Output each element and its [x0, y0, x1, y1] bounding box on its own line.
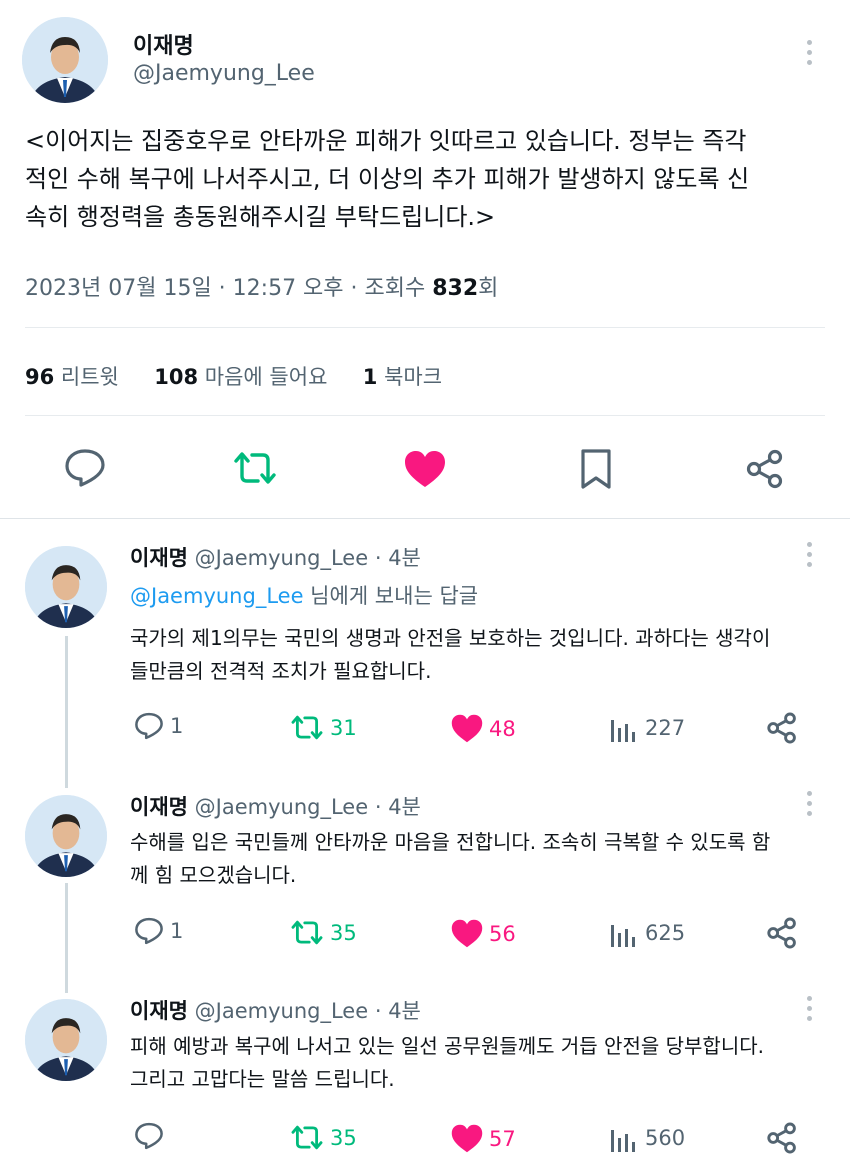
- share-button[interactable]: [766, 917, 798, 953]
- more-icon[interactable]: [805, 40, 813, 65]
- like-icon: [451, 919, 483, 948]
- retweet-icon: [291, 715, 323, 740]
- display-name[interactable]: 이재명: [130, 999, 188, 1023]
- tweet-text-line: 속히 행정력을 총동원해주시길 부탁드립니다.>: [25, 203, 496, 231]
- views-icon: [611, 1130, 635, 1152]
- share-button[interactable]: [766, 1122, 798, 1158]
- reply-text: 국가의 제1의무는 국민의 생명과 안전을 보호하는 것입니다. 과하다는 생각…: [130, 626, 771, 683]
- likes-stat[interactable]: 108 마음에 들어요: [154, 365, 327, 389]
- display-name[interactable]: 이재명: [130, 795, 188, 819]
- tweet-text-line: <이어지는 집중호우로 안타까운 피해가 잇따르고 있습니다. 정부는 즉각: [25, 127, 747, 155]
- share-icon: [767, 712, 796, 744]
- reply-text: 수해를 입은 국민들께 안타까운 마음을 전합니다. 조속히 극복할 수 있도록…: [130, 830, 771, 887]
- like-button[interactable]: 57: [451, 1124, 516, 1153]
- reply-time[interactable]: · 4분: [375, 546, 421, 570]
- more-icon[interactable]: [805, 996, 813, 1021]
- handle[interactable]: @Jaemyung_Lee: [195, 795, 369, 819]
- reply-button[interactable]: [134, 1122, 170, 1150]
- divider: [25, 327, 825, 328]
- divider: [25, 415, 825, 416]
- reply-text: 피해 예방과 복구에 나서고 있는 일선 공무원들께도 거듭 안전을 당부합니다…: [130, 1034, 764, 1091]
- section-divider: [0, 518, 850, 519]
- like-button[interactable]: [404, 450, 446, 492]
- thread-line: [65, 883, 68, 993]
- tweet-timestamp: 2023년 07월 15일 · 12:57 오후 · 조회수 832회: [25, 270, 498, 302]
- reply-icon: [135, 712, 163, 740]
- display-name[interactable]: 이재명: [133, 28, 194, 60]
- share-icon: [767, 1122, 796, 1154]
- reply-time[interactable]: · 4분: [375, 999, 421, 1023]
- replying-to-handle[interactable]: @Jaemyung_Lee: [130, 584, 304, 608]
- like-icon: [451, 714, 483, 743]
- reply-icon: [135, 917, 163, 945]
- handle[interactable]: @Jaemyung_Lee: [195, 999, 369, 1023]
- reply-icon: [135, 1122, 163, 1150]
- retweet-button[interactable]: 35: [290, 919, 357, 946]
- views-button[interactable]: 560: [609, 1124, 685, 1152]
- bookmarks-stat[interactable]: 1 북마크: [363, 365, 442, 389]
- reply-header: 이재명 @Jaemyung_Lee · 4분: [130, 995, 421, 1025]
- handle[interactable]: @Jaemyung_Lee: [133, 61, 315, 86]
- like-button[interactable]: 48: [451, 714, 516, 743]
- retweet-button[interactable]: 35: [290, 1124, 357, 1151]
- bookmark-icon: [581, 449, 611, 489]
- avatar[interactable]: [25, 795, 107, 877]
- views-button[interactable]: 625: [609, 919, 685, 947]
- share-button[interactable]: [746, 449, 784, 493]
- retweet-icon: [291, 920, 323, 945]
- tweet-text: <이어지는 집중호우로 안타까운 피해가 잇따르고 있습니다. 정부는 즉각 적…: [25, 122, 749, 236]
- reply-time[interactable]: · 4분: [375, 795, 421, 819]
- thread-line: [65, 636, 68, 788]
- reply-header: 이재명 @Jaemyung_Lee · 4분: [130, 791, 421, 821]
- more-icon[interactable]: [805, 791, 813, 816]
- retweet-icon: [234, 452, 276, 484]
- reply-button[interactable]: [64, 448, 106, 492]
- avatar[interactable]: [25, 546, 107, 628]
- retweet-button[interactable]: 31: [290, 714, 357, 741]
- views-icon: [611, 720, 635, 742]
- display-name[interactable]: 이재명: [130, 546, 188, 570]
- reply-button[interactable]: 1: [134, 917, 183, 945]
- date[interactable]: 2023년 07월 15일 · 12:57 오후 · 조회수: [25, 276, 432, 301]
- like-icon: [451, 1124, 483, 1153]
- view-count: 832: [432, 276, 479, 301]
- more-icon[interactable]: [805, 542, 813, 567]
- retweets-stat[interactable]: 96 리트윗: [25, 365, 119, 389]
- retweet-button[interactable]: [232, 450, 278, 490]
- share-button[interactable]: [766, 712, 798, 748]
- avatar[interactable]: [22, 17, 108, 103]
- reply-icon: [65, 449, 105, 487]
- view-suffix: 회: [478, 276, 499, 301]
- views-icon: [611, 925, 635, 947]
- handle[interactable]: @Jaemyung_Lee: [195, 546, 369, 570]
- avatar[interactable]: [25, 999, 107, 1081]
- share-icon: [746, 449, 783, 489]
- reply-button[interactable]: 1: [134, 712, 183, 740]
- engagement-stats: 96 리트윗 108 마음에 들어요 1 북마크: [25, 361, 442, 391]
- reply-header: 이재명 @Jaemyung_Lee · 4분: [130, 542, 421, 572]
- replying-to: @Jaemyung_Lee 님에게 보내는 답글: [130, 584, 479, 608]
- views-button[interactable]: 227: [609, 714, 685, 742]
- retweet-icon: [291, 1125, 323, 1150]
- share-icon: [767, 917, 796, 949]
- like-icon: [405, 451, 445, 487]
- bookmark-button[interactable]: [580, 448, 612, 494]
- tweet-text-line: 적인 수해 복구에 나서주시고, 더 이상의 추가 피해가 발생하지 않도록 신: [25, 165, 750, 193]
- like-button[interactable]: 56: [451, 919, 516, 948]
